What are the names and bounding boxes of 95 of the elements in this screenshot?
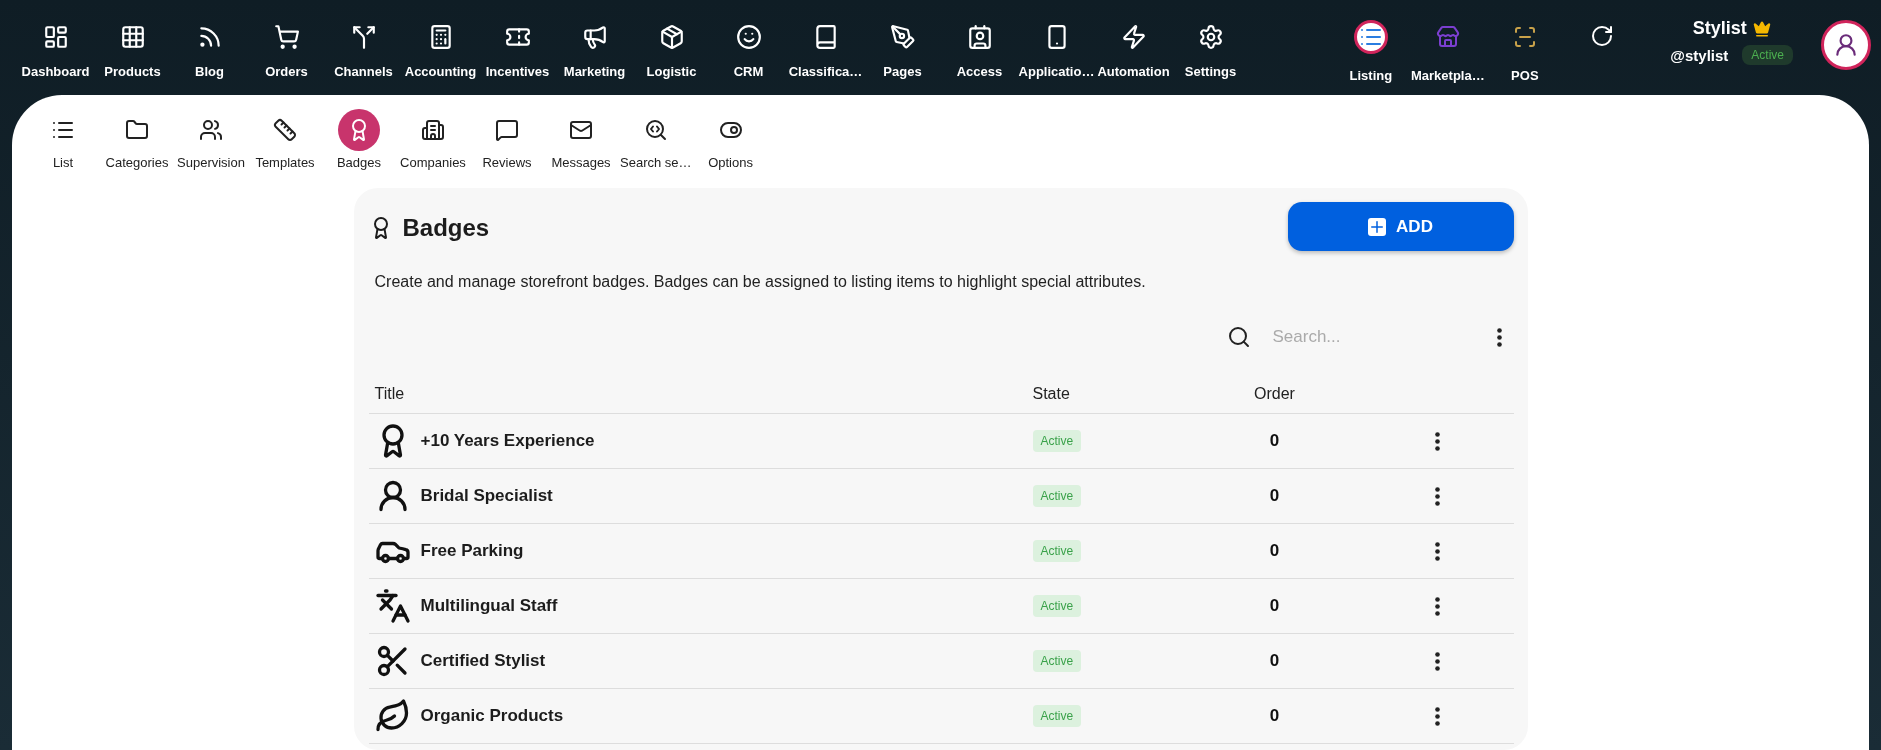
grid-icon <box>119 24 146 50</box>
toolbar-tab[interactable]: Messages <box>544 109 618 170</box>
nav-item[interactable]: Pages <box>864 24 941 79</box>
state-badge: Active <box>1032 650 1082 672</box>
ruler-icon <box>273 118 297 142</box>
users-icon <box>199 118 223 142</box>
refresh-icon <box>1589 24 1614 48</box>
scanner-icon <box>1512 25 1537 49</box>
order-value: 0 <box>1269 431 1280 451</box>
toolbar-tab[interactable]: List <box>26 109 100 170</box>
more-icon <box>1434 486 1440 506</box>
row-menu-button[interactable] <box>1432 594 1442 618</box>
nav-item[interactable]: Orders <box>248 24 325 79</box>
settings-icon <box>1197 24 1224 50</box>
row-menu-button[interactable] <box>1432 649 1442 673</box>
row-menu-button[interactable] <box>1432 484 1442 508</box>
badge-title: Bridal Specialist <box>420 486 553 506</box>
user-name: Stylist <box>1692 18 1747 39</box>
badge-title: Certified Stylist <box>420 651 546 671</box>
split-icon <box>350 24 377 50</box>
state-badge: Active <box>1032 430 1082 452</box>
folder-icon <box>125 118 149 142</box>
nav-item[interactable]: Incentives <box>479 24 556 79</box>
toolbar-tab[interactable]: Companies <box>396 109 470 170</box>
row-menu-button[interactable] <box>1432 429 1442 453</box>
more-icon <box>1434 541 1440 561</box>
app-item[interactable]: Marketpla… <box>1409 24 1487 83</box>
badge-title: Multilingual Staff <box>420 596 558 616</box>
smile-icon <box>735 24 762 50</box>
nav-item[interactable]: Logistic <box>633 24 710 79</box>
toolbar-tab[interactable]: Search se… <box>618 109 694 170</box>
nav-item[interactable]: Dashboard <box>17 24 94 79</box>
search-icon <box>1226 325 1251 349</box>
mail-icon <box>569 118 593 142</box>
contact-card-icon <box>966 24 993 50</box>
plus-icon <box>1368 217 1387 236</box>
nav-item[interactable]: Automation <box>1095 24 1172 79</box>
badge-title: Free Parking <box>420 541 524 561</box>
more-icon <box>1434 651 1440 671</box>
leaf-icon <box>374 698 411 734</box>
state-badge: Active <box>1032 540 1082 562</box>
toolbar-tab[interactable]: Options <box>693 109 768 170</box>
more-icon <box>1434 706 1440 726</box>
search-field[interactable]: Search... <box>1264 321 1471 353</box>
more-icon <box>1434 431 1440 451</box>
nav-item[interactable]: Applicatio… <box>1018 24 1095 79</box>
state-badge: Active <box>1032 485 1082 507</box>
row-menu-button[interactable] <box>1432 704 1442 728</box>
cart-icon <box>273 24 300 50</box>
package-icon <box>658 24 685 50</box>
nav-item[interactable]: Access <box>941 24 1018 79</box>
column-header: State <box>1026 385 1197 414</box>
badge-title: Organic Products <box>420 706 564 726</box>
state-badge: Active <box>1032 595 1082 617</box>
status-badge: Active <box>1742 45 1793 65</box>
toolbar-tab[interactable]: Supervision <box>174 109 248 170</box>
order-value: 0 <box>1269 651 1280 671</box>
avatar[interactable] <box>1821 20 1871 70</box>
toolbar-tab[interactable]: Reviews <box>470 109 544 170</box>
description: Create and manage storefront badges. Badges can be assigned to listing items to highlight special attributes. <box>374 273 1147 291</box>
column-header: Order <box>1196 385 1347 414</box>
state-badge: Active <box>1032 705 1082 727</box>
nav-item[interactable]: Products <box>94 24 171 79</box>
nav-item[interactable]: Blog <box>171 24 248 79</box>
card-title: Badges <box>402 214 490 242</box>
nav-item[interactable]: CRM <box>710 24 787 79</box>
more-icon <box>1434 596 1440 616</box>
lightning-icon <box>1120 24 1147 50</box>
order-value: 0 <box>1269 541 1280 561</box>
nav-item[interactable]: Marketing <box>556 24 633 79</box>
user-handle: @stylist <box>1670 46 1729 64</box>
order-value: 0 <box>1269 706 1280 726</box>
megaphone-icon <box>581 24 608 50</box>
crown-icon <box>1752 19 1771 38</box>
pen-icon <box>889 24 916 50</box>
add-button[interactable]: ADD <box>1287 202 1514 251</box>
nav-item[interactable]: Accounting <box>402 24 479 79</box>
chat-icon <box>495 118 519 142</box>
toolbar-tab[interactable]: Badges <box>322 109 396 170</box>
badge-title: +10 Years Experience <box>420 431 595 451</box>
nav-item[interactable]: Settings <box>1172 24 1249 79</box>
order-value: 0 <box>1269 486 1280 506</box>
row-menu-button[interactable] <box>1432 539 1442 563</box>
column-header: Title <box>368 385 1027 414</box>
toolbar-tab[interactable]: Templates <box>248 109 322 170</box>
languages-icon <box>374 588 411 624</box>
nav-item[interactable]: Channels <box>325 24 402 79</box>
app-item[interactable]: POS <box>1486 24 1564 83</box>
nav-item[interactable]: Classifica… <box>787 24 864 79</box>
toolbar-tab[interactable]: Categories <box>100 109 174 170</box>
more-icon[interactable] <box>1496 327 1502 347</box>
building-icon <box>421 118 445 142</box>
dashboard-icon <box>42 24 69 50</box>
order-value: 0 <box>1269 596 1280 616</box>
store-icon <box>1435 25 1460 49</box>
